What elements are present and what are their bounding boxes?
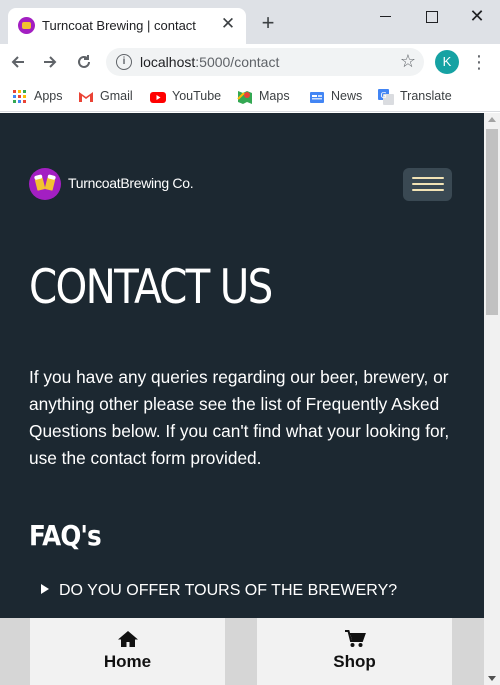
reload-icon[interactable] (72, 50, 96, 74)
browser-tab[interactable]: Turncoat Brewing | contact ✕ (8, 8, 246, 44)
browser-tabstrip: Turncoat Brewing | contact ✕ + ✕ (0, 0, 500, 44)
page-title: CONTACT US (29, 260, 273, 315)
faq-item-tours[interactable]: DO YOU OFFER TOURS OF THE BREWERY? (41, 582, 397, 600)
brand-name: TurncoatBrewing Co. (68, 175, 194, 191)
window-maximize-button[interactable] (408, 4, 454, 28)
browser-menu-icon[interactable]: ⋮ (470, 50, 488, 74)
news-icon (310, 91, 324, 103)
bookmark-news[interactable]: News (309, 86, 362, 106)
svg-text:G: G (381, 91, 387, 100)
new-tab-button[interactable]: + (256, 12, 280, 36)
browser-toolbar: i localhost:5000/contact ☆ K ⋮ (0, 44, 500, 80)
page-viewport: TurncoatBrewing Co. CONTACT US If you ha… (0, 113, 484, 685)
home-nav-button[interactable]: Home (30, 618, 225, 685)
hamburger-menu-button[interactable] (403, 168, 452, 201)
cart-icon (344, 630, 366, 647)
apps-grid-icon (12, 89, 28, 105)
translate-icon: G (378, 88, 394, 105)
intro-text: If you have any queries regarding our be… (29, 367, 450, 468)
faq-question: DO YOU OFFER TOURS OF THE BREWERY? (59, 582, 398, 599)
beer-mugs-logo-icon (29, 168, 61, 200)
disclosure-triangle-icon (41, 584, 49, 594)
tab-close-icon[interactable]: ✕ (218, 14, 238, 34)
scroll-thumb[interactable] (486, 129, 498, 315)
bookmark-maps[interactable]: Maps (237, 86, 290, 106)
bookmark-gmail[interactable]: Gmail (78, 86, 133, 106)
gmail-icon (79, 91, 93, 102)
scroll-up-arrow-icon[interactable] (488, 117, 496, 122)
window-close-button[interactable]: ✕ (454, 4, 500, 28)
bookmark-apps[interactable]: Apps (12, 86, 63, 106)
bottom-navigation: Home Shop (0, 618, 484, 685)
faq-heading: FAQ's (29, 519, 102, 552)
back-icon[interactable] (6, 50, 30, 74)
window-minimize-button[interactable] (363, 4, 409, 28)
bookmarks-bar: Apps Gmail YouTube Maps News G Translate (0, 80, 500, 112)
url-text: localhost:5000/contact (140, 54, 280, 70)
shop-nav-label: Shop (333, 652, 376, 671)
bookmark-star-icon[interactable]: ☆ (400, 51, 416, 72)
home-icon (117, 631, 138, 647)
shop-nav-button[interactable]: Shop (257, 618, 452, 685)
maps-icon (237, 90, 252, 104)
forward-icon[interactable] (38, 50, 62, 74)
profile-avatar[interactable]: K (435, 50, 459, 74)
bookmark-translate[interactable]: G Translate (378, 86, 452, 106)
bookmark-youtube[interactable]: YouTube (150, 86, 221, 106)
favicon-icon (18, 17, 35, 34)
info-icon[interactable]: i (116, 54, 132, 70)
tab-title: Turncoat Brewing | contact (42, 18, 196, 33)
scroll-down-arrow-icon[interactable] (488, 676, 496, 681)
home-nav-label: Home (103, 652, 152, 671)
page-scrollbar[interactable] (484, 113, 500, 685)
youtube-icon (150, 91, 166, 103)
address-bar[interactable]: i localhost:5000/contact ☆ (106, 48, 424, 76)
